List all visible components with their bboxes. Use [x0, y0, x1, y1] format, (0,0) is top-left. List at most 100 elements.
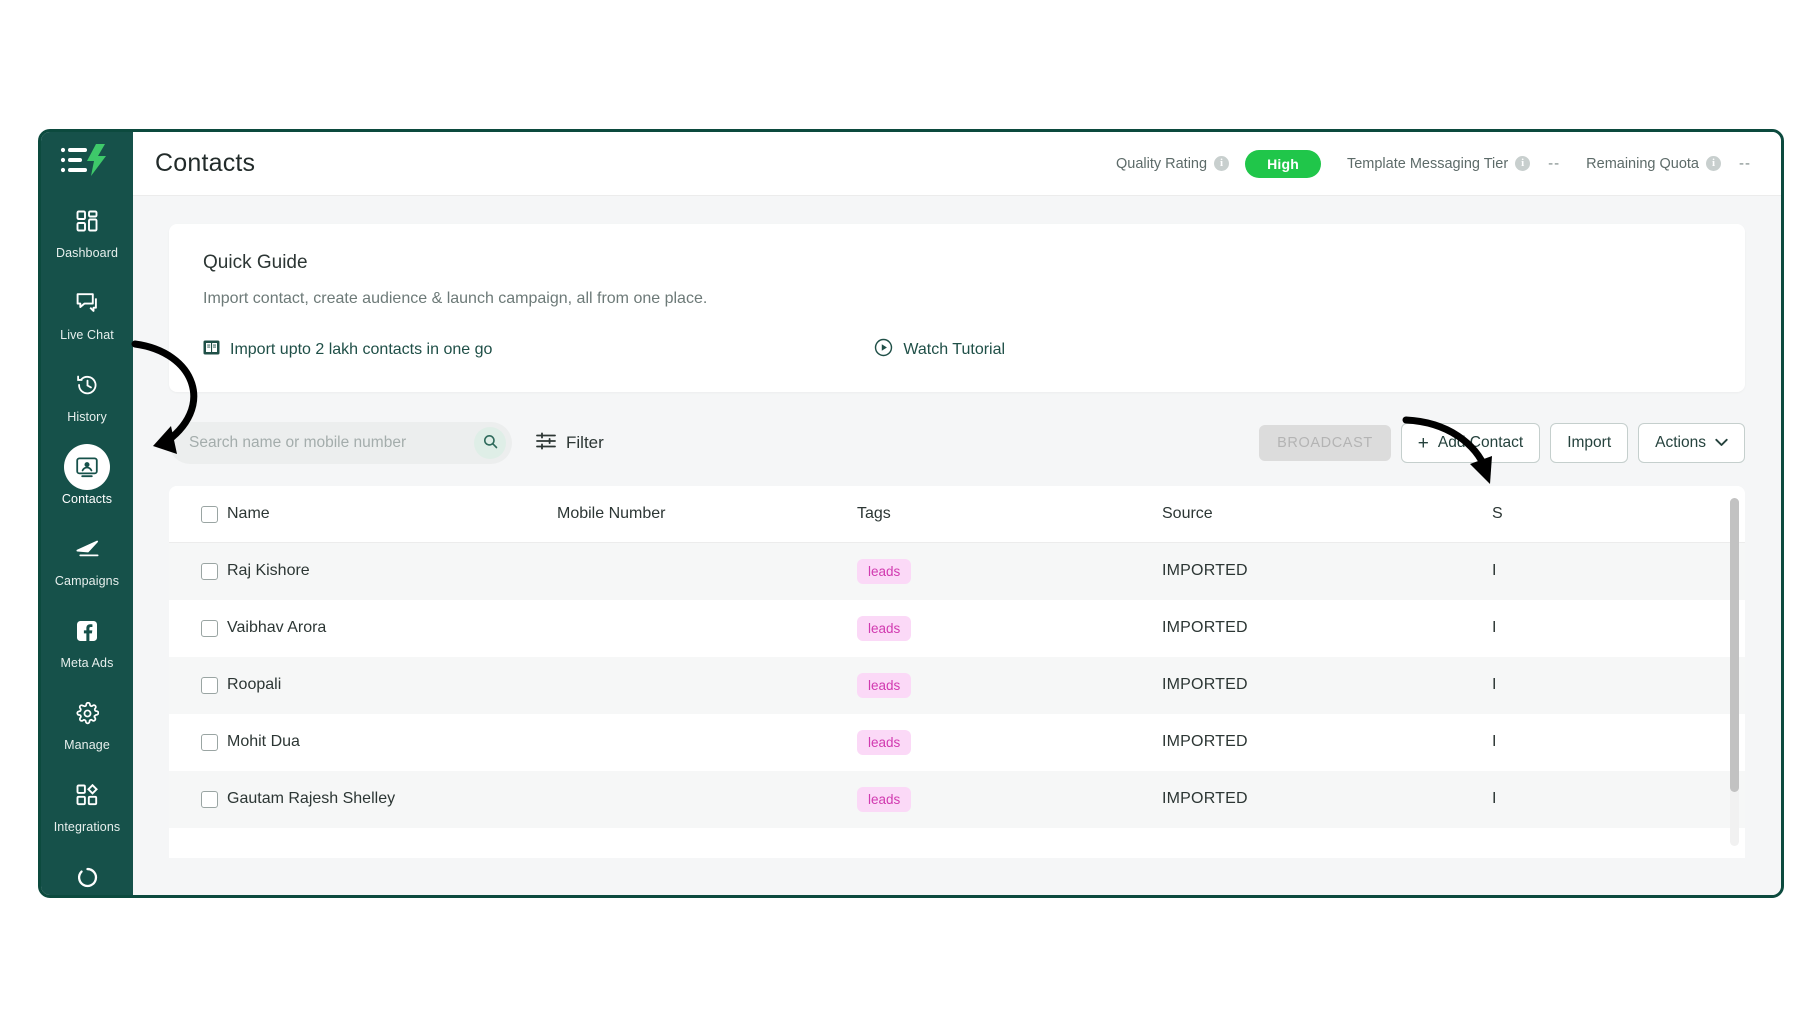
sidebar-item-label: Contacts	[61, 492, 113, 506]
chat-icon	[64, 280, 110, 326]
sidebar-item-live-chat[interactable]: Live Chat	[41, 280, 133, 342]
filter-icon	[536, 432, 556, 455]
sidebar-item-meta-ads[interactable]: Meta Ads	[41, 608, 133, 670]
cell-mobile	[557, 600, 857, 657]
search-button[interactable]	[474, 427, 506, 459]
remaining-quota-group: Remaining Quota i	[1586, 156, 1721, 172]
history-icon	[64, 362, 110, 408]
row-checkbox[interactable]	[201, 619, 218, 637]
row-select-cell	[169, 600, 227, 657]
tag-badge[interactable]: leads	[857, 672, 912, 698]
contacts-table-card: Name Mobile Number Tags Source S Raj Kis…	[169, 486, 1745, 858]
cell-name: Roopali	[227, 676, 282, 693]
table-row[interactable]: Vaibhav Arora leads IMPORTED I	[169, 599, 1745, 657]
cell-status: I	[1492, 676, 1497, 693]
template-tier-value: --	[1548, 155, 1561, 172]
sidebar-item-contacts[interactable]: Contacts	[41, 444, 133, 506]
sidebar-item-integrations[interactable]: Integrations	[41, 772, 133, 834]
table-row[interactable]: Mohit Dua leads IMPORTED I	[169, 713, 1745, 771]
select-all-cell	[169, 486, 227, 543]
row-checkbox[interactable]	[201, 562, 218, 580]
column-header-status[interactable]: S	[1492, 486, 1745, 543]
sidebar-item-campaigns[interactable]: Campaigns	[41, 526, 133, 588]
quick-guide-card: Quick Guide Import contact, create audie…	[169, 224, 1745, 392]
sidebar-item-label: Integrations	[53, 820, 121, 834]
import-button[interactable]: Import	[1550, 423, 1629, 463]
row-select-cell	[169, 714, 227, 771]
sidebar-item-dashboard[interactable]: Dashboard	[41, 198, 133, 260]
quick-guide-title: Quick Guide	[203, 252, 308, 273]
cell-name: Raj Kishore	[227, 562, 310, 580]
remaining-quota-label: Remaining Quota	[1586, 155, 1699, 172]
table-head: Name Mobile Number Tags Source S	[169, 486, 1745, 543]
cell-status: I	[1492, 733, 1497, 750]
tag-badge[interactable]: leads	[857, 729, 912, 755]
row-select-cell	[169, 657, 227, 714]
tag-badge[interactable]: leads	[857, 558, 912, 584]
filter-button[interactable]: Filter	[536, 432, 604, 455]
remaining-quota-value: --	[1739, 155, 1751, 172]
sidebar: Dashboard Live Chat History Contacts Cam…	[41, 132, 133, 895]
tag-badge[interactable]: leads	[857, 615, 912, 641]
main-area: Contacts Quality Rating i High Template …	[133, 132, 1781, 895]
info-icon[interactable]: i	[1515, 156, 1531, 171]
book-icon	[203, 340, 220, 360]
sidebar-nav: Dashboard Live Chat History Contacts Cam…	[41, 198, 133, 895]
row-checkbox[interactable]	[201, 676, 218, 694]
facebook-icon	[64, 608, 110, 654]
row-checkbox[interactable]	[201, 733, 218, 751]
import-guide-label: Import upto 2 lakh contacts in one go	[230, 341, 493, 358]
screenshot-root: Dashboard Live Chat History Contacts Cam…	[0, 0, 1800, 1013]
table-scrollbar-thumb[interactable]	[1730, 498, 1739, 792]
table-row[interactable]: Gautam Rajesh Shelley leads IMPORTED I	[169, 770, 1745, 828]
table-scrollbar[interactable]	[1730, 498, 1739, 846]
table-row[interactable]: Roopali leads IMPORTED I	[169, 656, 1745, 714]
info-icon[interactable]: i	[1706, 156, 1721, 171]
cell-tags: leads	[857, 714, 1162, 771]
sidebar-item-manage[interactable]: Manage	[41, 690, 133, 752]
import-label: Import	[1567, 434, 1612, 451]
toolbar-actions: BROADCAST + Add Contact Import Actions	[1259, 423, 1745, 463]
column-header-mobile[interactable]: Mobile Number	[557, 486, 857, 543]
sidebar-item-label: History	[67, 410, 107, 424]
dashboard-icon	[64, 198, 110, 244]
contacts-icon	[64, 444, 110, 490]
watch-tutorial-link[interactable]: Watch Tutorial	[874, 338, 1005, 362]
topbar-metrics: Quality Rating i High Template Messaging…	[1090, 149, 1751, 178]
column-header-tags[interactable]: Tags	[857, 486, 1162, 543]
row-checkbox[interactable]	[201, 790, 218, 808]
cell-name: Mohit Dua	[227, 733, 300, 750]
quick-guide-subtitle: Import contact, create audience & launch…	[203, 290, 708, 307]
cell-source: IMPORTED	[1162, 790, 1248, 807]
cell-status: I	[1492, 562, 1497, 580]
brand-logo[interactable]	[41, 144, 133, 176]
add-contact-button[interactable]: + Add Contact	[1400, 423, 1541, 463]
search-icon	[483, 434, 498, 452]
cell-status: I	[1492, 619, 1497, 636]
cell-source: IMPORTED	[1162, 733, 1248, 750]
table-row[interactable]: Raj Kishore leads IMPORTED I	[169, 542, 1745, 600]
sidebar-item-label: Manage	[64, 738, 110, 752]
app-window: Dashboard Live Chat History Contacts Cam…	[38, 129, 1784, 898]
chevron-down-icon	[1715, 434, 1728, 452]
select-all-checkbox[interactable]	[201, 505, 218, 523]
sidebar-item-all-projects[interactable]: All Projects	[41, 854, 133, 895]
cell-tags: leads	[857, 543, 1162, 600]
actions-label: Actions	[1655, 434, 1706, 451]
table-body: Raj Kishore leads IMPORTED I Vaibhav Aro…	[169, 542, 1745, 828]
integrations-icon	[64, 772, 110, 818]
broadcast-button: BROADCAST	[1259, 425, 1391, 461]
watch-tutorial-label: Watch Tutorial	[903, 341, 1006, 358]
content-area: Quick Guide Import contact, create audie…	[133, 196, 1781, 895]
column-header-name[interactable]: Name	[227, 486, 557, 543]
search-input[interactable]	[169, 422, 512, 464]
cell-name: Gautam Rajesh Shelley	[227, 790, 396, 807]
cell-mobile	[557, 543, 857, 600]
sidebar-item-history[interactable]: History	[41, 362, 133, 424]
import-guide-link[interactable]: Import upto 2 lakh contacts in one go	[203, 340, 492, 360]
info-icon[interactable]: i	[1214, 156, 1230, 171]
column-header-source[interactable]: Source	[1162, 486, 1492, 543]
tag-badge[interactable]: leads	[857, 786, 912, 812]
quality-rating-label: Quality Rating	[1115, 155, 1208, 172]
actions-dropdown-button[interactable]: Actions	[1638, 423, 1745, 463]
